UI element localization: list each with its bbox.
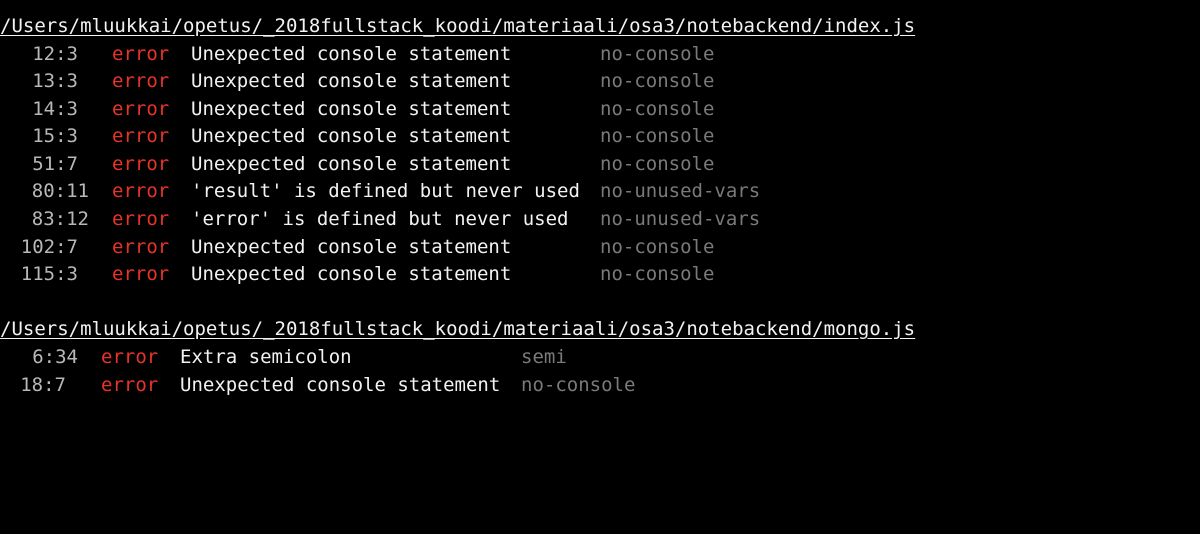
message-text: Unexpected console statement [191, 263, 512, 285]
lint-message-row: 14:3 error Unexpected console statement … [0, 96, 1200, 123]
severity-label: error [112, 98, 170, 120]
message-text: Unexpected console statement [191, 98, 512, 120]
rule-name: no-console [600, 70, 715, 92]
severity-label: error [112, 153, 170, 175]
message-text: Unexpected console statement [191, 125, 512, 147]
rule-name: semi [521, 346, 567, 368]
location-label: 12:3 [32, 43, 78, 65]
message-text: Unexpected console statement [191, 153, 512, 175]
lint-message-row: 83:12 error 'error' is defined but never… [0, 206, 1200, 233]
location-label: 102:7 [20, 236, 78, 258]
message-text: 'error' is defined but never used [191, 208, 569, 230]
severity-label: error [112, 70, 170, 92]
terminal-output: /Users/mluukkai/opetus/_2018fullstack_ko… [0, 0, 1200, 412]
rule-name: no-console [600, 125, 715, 147]
file-path-mongo-js: /Users/mluukkai/opetus/_2018fullstack_ko… [0, 318, 916, 340]
lint-message-row: 102:7 error Unexpected console statement… [0, 234, 1200, 261]
lint-message-row: 6:34 error Extra semicolon semi [0, 344, 1200, 371]
severity-label: error [101, 346, 159, 368]
message-text: Unexpected console statement [191, 43, 512, 65]
severity-label: error [112, 125, 170, 147]
location-label: 83:12 [31, 208, 89, 230]
lint-message-row: 12:3 error Unexpected console statement … [0, 41, 1200, 68]
file-path-index-js: /Users/mluukkai/opetus/_2018fullstack_ko… [0, 15, 916, 37]
location-label: 80:11 [31, 180, 89, 202]
severity-label: error [112, 236, 170, 258]
location-label: 15:3 [32, 125, 78, 147]
lint-message-row: 115:3 error Unexpected console statement… [0, 261, 1200, 288]
location-label: 6:34 [32, 346, 78, 368]
lint-message-row: 51:7 error Unexpected console statement … [0, 151, 1200, 178]
severity-label: error [112, 263, 170, 285]
location-label: 13:3 [32, 70, 78, 92]
rule-name: no-unused-vars [600, 208, 761, 230]
message-text: Unexpected console statement [191, 236, 512, 258]
lint-message-row: 13:3 error Unexpected console statement … [0, 68, 1200, 95]
rule-name: no-console [600, 43, 715, 65]
severity-label: error [112, 180, 170, 202]
message-text: Unexpected console statement [180, 374, 501, 396]
rule-name: no-console [600, 153, 715, 175]
location-label: 115:3 [20, 263, 78, 285]
lint-message-row: 18:7 error Unexpected console statement … [0, 372, 1200, 399]
location-label: 51:7 [32, 153, 78, 175]
message-text: 'result' is defined but never used [191, 180, 580, 202]
location-label: 18:7 [20, 374, 66, 396]
rule-name: no-console [600, 236, 715, 258]
severity-label: error [101, 374, 159, 396]
severity-label: error [112, 43, 170, 65]
rule-name: no-unused-vars [600, 180, 761, 202]
lint-message-row: 15:3 error Unexpected console statement … [0, 123, 1200, 150]
rule-name: no-console [600, 263, 715, 285]
location-label: 14:3 [32, 98, 78, 120]
rule-name: no-console [521, 374, 636, 396]
message-text: Extra semicolon [180, 346, 352, 368]
rule-name: no-console [600, 98, 715, 120]
severity-label: error [112, 208, 170, 230]
lint-message-row: 80:11 error 'result' is defined but neve… [0, 178, 1200, 205]
message-text: Unexpected console statement [191, 70, 512, 92]
